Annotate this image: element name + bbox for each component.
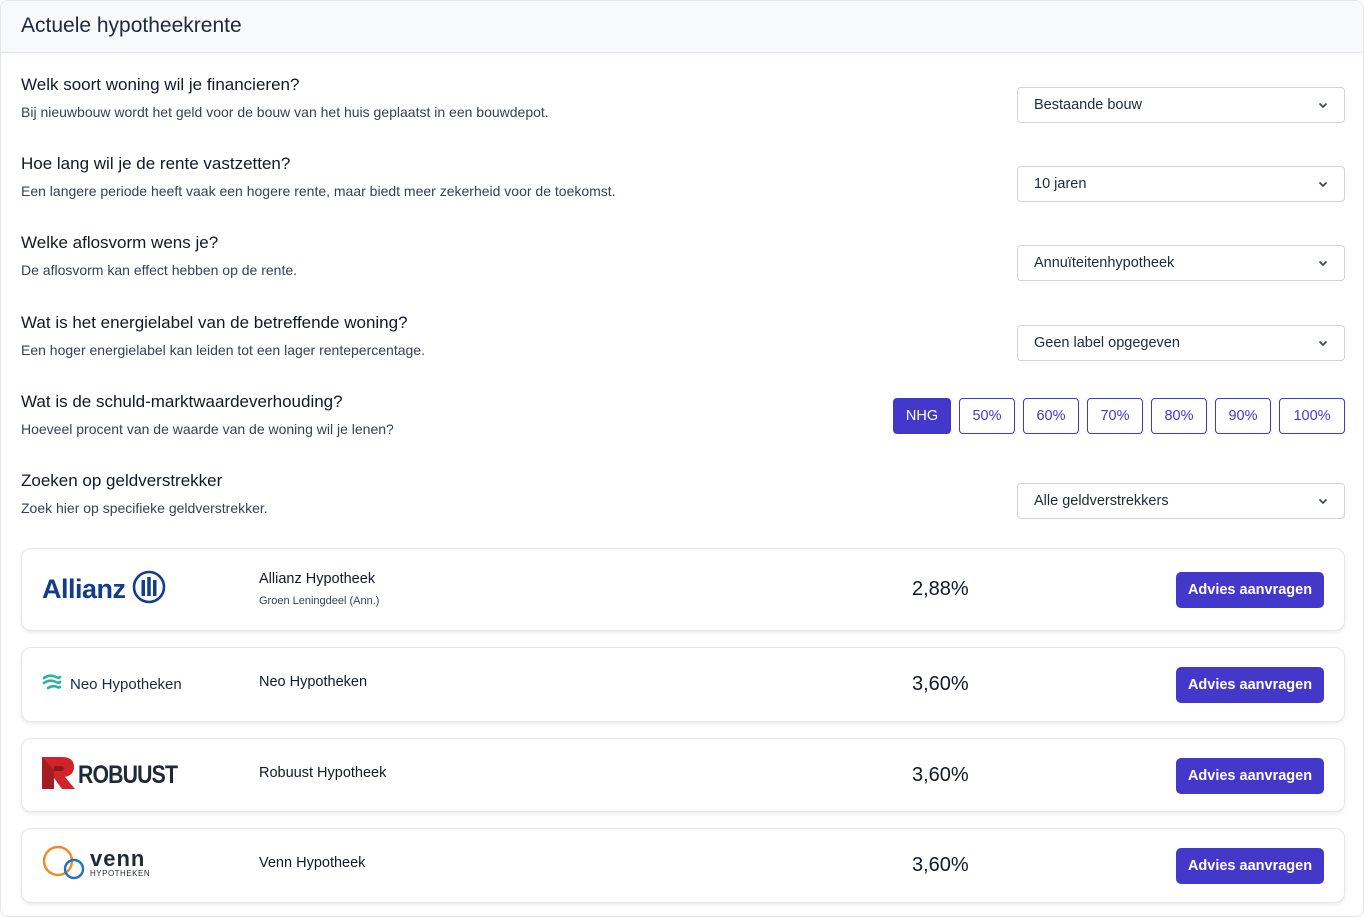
allianz-logo: Allianz xyxy=(42,549,166,630)
logo-text: Neo Hypotheken xyxy=(70,676,182,693)
question-subtitle: Bij nieuwbouw wordt het geld voor de bou… xyxy=(21,104,549,120)
question-loan-to-value: Wat is de schuld-marktwaardeverhouding? … xyxy=(21,392,1345,452)
product-name: Robuust Hypotheek xyxy=(259,765,387,781)
logo-text: ROBUUST xyxy=(78,760,178,789)
panel-header: Actuele hypotheekrente xyxy=(1,1,1363,53)
request-advice-button[interactable]: Advies aanvragen xyxy=(1176,758,1324,794)
page-title: Actuele hypotheekrente xyxy=(21,14,242,37)
request-advice-button[interactable]: Advies aanvragen xyxy=(1176,848,1324,884)
ltv-option-50[interactable]: 50% xyxy=(959,398,1015,434)
interest-rate: 3,60% xyxy=(912,673,969,695)
venn-logo-icon xyxy=(42,845,86,886)
logo-subtext: HYPOTHEKEN xyxy=(90,869,151,878)
question-lender-search: Zoeken op geldverstrekker Zoek hier op s… xyxy=(21,471,1345,531)
chevron-down-icon xyxy=(1318,258,1328,268)
question-subtitle: De aflosvorm kan effect hebben op de ren… xyxy=(21,262,298,278)
robuust-logo: ROBUUST xyxy=(42,739,195,811)
select-value: Bestaande bouw xyxy=(1034,97,1143,113)
chevron-down-icon xyxy=(1318,496,1328,506)
question-title: Wat is de schuld-marktwaardeverhouding? xyxy=(21,392,343,411)
question-subtitle: Een hoger energielabel kan leiden tot ee… xyxy=(21,342,425,358)
repayment-type-select[interactable]: Annuïteitenhypotheek xyxy=(1017,245,1345,281)
select-value: Annuïteitenhypotheek xyxy=(1034,255,1175,271)
question-subtitle: Een langere periode heeft vaak een hoger… xyxy=(21,183,616,199)
lender-card: venn HYPOTHEKEN Venn Hypotheek 3,60% Adv… xyxy=(21,828,1345,903)
product-subtitle: Groen Leningdeel (Ann.) xyxy=(259,595,380,607)
product-info: Venn Hypotheek xyxy=(259,855,365,871)
allianz-logo-icon xyxy=(132,570,166,609)
product-info: Allianz Hypotheek Groen Leningdeel (Ann.… xyxy=(259,571,379,607)
question-title: Wat is het energielabel van de betreffen… xyxy=(21,313,408,332)
question-repayment-type: Welke aflosvorm wens je? De aflosvorm ka… xyxy=(21,233,1345,293)
product-info: Robuust Hypotheek xyxy=(259,765,386,781)
question-fixed-period: Hoe lang wil je de rente vastzetten? Een… xyxy=(21,154,1345,214)
question-property-type: Welk soort woning wil je financieren? Bi… xyxy=(21,75,1345,135)
question-energy-label: Wat is het energielabel van de betreffen… xyxy=(21,313,1345,373)
product-name: Venn Hypotheek xyxy=(259,855,366,871)
ltv-option-nhg[interactable]: NHG xyxy=(893,398,951,434)
select-value: Geen label opgegeven xyxy=(1034,335,1180,351)
logo-text: Allianz xyxy=(42,574,126,604)
logo-text: venn xyxy=(90,846,146,871)
question-title: Zoeken op geldverstrekker xyxy=(21,471,223,490)
lender-card: Allianz Allianz Hypotheek Groen Leningde… xyxy=(21,548,1345,631)
neo-logo-icon xyxy=(42,673,62,696)
interest-rate: 3,60% xyxy=(912,854,969,876)
question-title: Welke aflosvorm wens je? xyxy=(21,233,219,252)
interest-rate: 3,60% xyxy=(912,764,969,786)
question-subtitle: Hoeveel procent van de waarde van de won… xyxy=(21,421,394,437)
question-title: Welk soort woning wil je financieren? xyxy=(21,75,300,94)
ltv-option-70[interactable]: 70% xyxy=(1087,398,1143,434)
chevron-down-icon xyxy=(1318,179,1328,189)
request-advice-button[interactable]: Advies aanvragen xyxy=(1176,667,1324,703)
lender-card: ROBUUST Robuust Hypotheek 3,60% Advies a… xyxy=(21,738,1345,812)
question-title: Hoe lang wil je de rente vastzetten? xyxy=(21,154,291,173)
product-name: Allianz Hypotheek xyxy=(259,571,376,587)
ltv-option-100[interactable]: 100% xyxy=(1279,398,1345,434)
ltv-option-90[interactable]: 90% xyxy=(1215,398,1271,434)
lender-select[interactable]: Alle geldverstrekkers xyxy=(1017,483,1345,519)
request-advice-button[interactable]: Advies aanvragen xyxy=(1176,572,1324,608)
ltv-option-60[interactable]: 60% xyxy=(1023,398,1079,434)
venn-logo: venn HYPOTHEKEN xyxy=(42,829,150,902)
venn-wordmark: venn HYPOTHEKEN xyxy=(90,846,151,879)
product-name: Neo Hypotheken xyxy=(259,674,368,690)
interest-rate: 2,88% xyxy=(912,578,969,600)
question-subtitle: Zoek hier op specifieke geldverstrekker. xyxy=(21,500,268,516)
chevron-down-icon xyxy=(1318,338,1328,348)
lender-card: Neo Hypotheken Neo Hypotheken 3,60% Advi… xyxy=(21,647,1345,722)
energy-label-select[interactable]: Geen label opgegeven xyxy=(1017,325,1345,361)
select-value: Alle geldverstrekkers xyxy=(1034,493,1169,509)
chevron-down-icon xyxy=(1318,100,1328,110)
property-type-select[interactable]: Bestaande bouw xyxy=(1017,87,1345,123)
select-value: 10 jaren xyxy=(1034,176,1087,192)
robuust-logo-icon xyxy=(42,756,76,795)
fixed-period-select[interactable]: 10 jaren xyxy=(1017,166,1345,202)
product-info: Neo Hypotheken xyxy=(259,674,367,690)
neo-logo: Neo Hypotheken xyxy=(42,648,182,721)
ltv-button-group: NHG 50% 60% 70% 80% 90% 100% xyxy=(893,398,1345,434)
mortgage-rate-panel: Actuele hypotheekrente Welk soort woning… xyxy=(0,0,1364,917)
ltv-option-80[interactable]: 80% xyxy=(1151,398,1207,434)
